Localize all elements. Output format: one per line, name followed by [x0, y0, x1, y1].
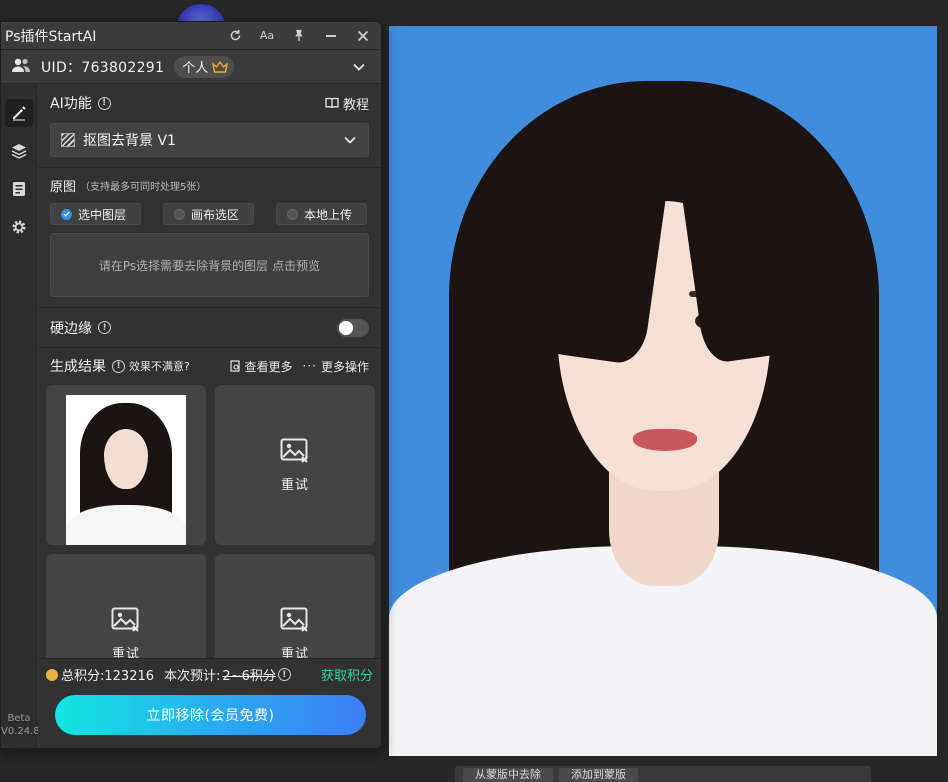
hard-edge-toggle[interactable]	[337, 318, 369, 337]
coin-icon	[46, 668, 58, 681]
preview-link[interactable]: 点击预览	[272, 257, 320, 274]
hard-edge-section: 硬边缘 !	[38, 308, 381, 348]
add-to-mask-button[interactable]: 添加到蒙版	[559, 768, 638, 782]
layers-icon	[11, 144, 27, 159]
panel-sidebar: Beta V0.24.8	[1, 85, 40, 748]
source-section: 原图 （支持最多可同时处理5张） 选中图层 画布选区 本地上传 请在Ps选择需要…	[38, 168, 381, 308]
ai-feature-label: AI功能	[50, 96, 92, 112]
ai-feature-value: 抠图去背景 V1	[83, 133, 176, 149]
info-icon[interactable]: !	[277, 668, 291, 681]
panel-title: Ps插件StartAI	[5, 28, 97, 45]
broken-image-icon	[111, 607, 139, 632]
minimize-icon[interactable]	[319, 24, 343, 48]
remove-now-button[interactable]: 立即移除(会员免费)	[55, 695, 366, 735]
crown-icon	[212, 60, 229, 73]
font-size-icon[interactable]: Aa	[255, 24, 279, 48]
broken-image-icon	[280, 607, 308, 632]
get-points-link[interactable]: 获取积分	[321, 665, 373, 684]
info-icon[interactable]: !	[98, 321, 111, 334]
panel-body: Beta V0.24.8 AI功能 ! 教程 抠图去背景 V1 原图 （支持最多…	[1, 85, 381, 748]
thumb-face	[104, 429, 148, 489]
version-label: Beta V0.24.8	[1, 713, 40, 737]
users-icon	[11, 57, 31, 77]
panel-titlebar[interactable]: Ps插件StartAI Aa	[1, 22, 381, 50]
result-thumbnail	[66, 395, 186, 545]
chevron-down-icon[interactable]	[347, 55, 371, 79]
sidebar-item-settings[interactable]	[5, 213, 33, 241]
chevron-down-icon	[344, 136, 356, 144]
user-bar[interactable]: UID：763802291 个人	[1, 50, 381, 84]
results-label: 生成结果	[50, 359, 106, 375]
bottom-toolbar: 从蒙版中去除 添加到蒙版	[455, 766, 871, 782]
panel-footer: 总积分:123216 本次预计: 2~6积分 ! 获取积分 立即移除(会员免费)	[38, 658, 381, 748]
user-uid: UID：763802291	[41, 59, 165, 76]
pin-icon[interactable]	[287, 24, 311, 48]
estimate-label: 本次预计:	[164, 669, 221, 684]
photo-lips	[633, 429, 697, 451]
startai-panel: Ps插件StartAI Aa UID：763802291 个人 Beta V0.…	[0, 21, 382, 749]
checked-radio-icon	[61, 208, 72, 220]
plan-label: 个人	[182, 61, 209, 76]
source-options: 选中图层 画布选区 本地上传	[50, 203, 369, 225]
more-icon: ···	[302, 359, 317, 373]
sidebar-item-layers[interactable]	[5, 137, 33, 165]
cutout-icon	[61, 133, 75, 147]
source-hint: 请在Ps选择需要去除背景的图层	[98, 258, 269, 273]
radio-icon	[287, 208, 298, 220]
option-selected-layer[interactable]: 选中图层	[50, 203, 141, 225]
results-section: 生成结果 ! 效果不满意? 查看更多 ··· 更多操作	[38, 348, 381, 376]
source-tip: （支持最多可同时处理5张）	[80, 182, 207, 193]
broken-image-icon	[280, 438, 308, 463]
total-points: 总积分:123216	[61, 669, 155, 684]
book-icon	[325, 97, 339, 109]
source-label: 原图	[50, 180, 77, 195]
refresh-icon[interactable]	[223, 24, 247, 48]
hard-edge-label: 硬边缘	[50, 320, 92, 337]
points-row: 总积分:123216 本次预计: 2~6积分 ! 获取积分	[38, 659, 381, 684]
panel-content: AI功能 ! 教程 抠图去背景 V1 原图 （支持最多可同时处理5张） 选中图层…	[38, 85, 381, 748]
ai-feature-section: AI功能 ! 教程 抠图去背景 V1	[38, 85, 381, 168]
gear-icon	[12, 220, 26, 234]
plan-badge[interactable]: 个人	[174, 55, 235, 78]
info-icon[interactable]: !	[97, 96, 111, 110]
estimate-value: 2~6积分	[222, 669, 276, 684]
retry-label: 重试	[280, 477, 309, 493]
portrait-photo	[389, 26, 937, 756]
ai-feature-select[interactable]: 抠图去背景 V1	[50, 123, 369, 157]
remove-from-mask-button[interactable]: 从蒙版中去除	[463, 768, 553, 782]
close-icon[interactable]	[351, 24, 375, 48]
tutorial-link[interactable]: 教程	[325, 94, 369, 113]
pen-icon	[13, 106, 26, 121]
option-canvas-selection[interactable]: 画布选区	[163, 203, 254, 225]
view-more-link[interactable]: 查看更多	[229, 358, 293, 375]
result-card[interactable]	[46, 385, 206, 545]
search-doc-icon	[229, 360, 240, 372]
option-local-upload[interactable]: 本地上传	[276, 203, 367, 225]
sidebar-item-history[interactable]	[5, 175, 33, 203]
radio-icon	[174, 208, 185, 220]
result-card-retry[interactable]: 重试	[215, 385, 375, 545]
source-drop-area[interactable]: 请在Ps选择需要去除背景的图层 点击预览	[50, 233, 369, 297]
more-ops-link[interactable]: ··· 更多操作	[303, 358, 369, 375]
sidebar-item-edit[interactable]	[5, 99, 33, 127]
unsatisfied-link[interactable]: 效果不满意?	[129, 358, 190, 374]
document-icon	[13, 182, 25, 196]
info-icon: !	[112, 359, 125, 373]
thumb-shirt	[66, 505, 186, 545]
